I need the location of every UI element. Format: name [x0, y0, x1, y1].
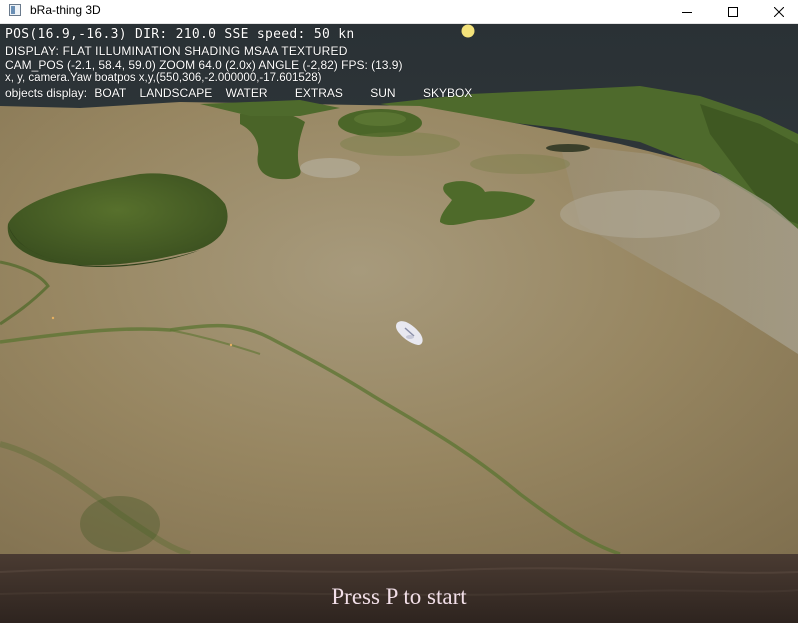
- hud-display-line: DISPLAY: FLAT ILLUMINATION SHADING MSAA …: [5, 44, 348, 58]
- spark: [229, 343, 233, 347]
- minimize-button[interactable]: [664, 0, 710, 23]
- hud-boatpos-line: x, y, camera.Yaw boatpos x,y,(550,306,-2…: [5, 72, 322, 84]
- minimize-icon: [682, 11, 692, 13]
- terrain-patch: [560, 190, 720, 238]
- terrain-patch: [300, 158, 360, 178]
- sun: [461, 24, 475, 38]
- object-toggle-water: WATER: [225, 86, 268, 100]
- hud-objects-line: objects display: BOAT LANDSCAPE WATER EX…: [5, 86, 482, 100]
- maximize-button[interactable]: [710, 0, 756, 23]
- moss-patch: [470, 154, 570, 174]
- crater-hill-top: [354, 112, 406, 126]
- object-toggle-sun: SUN: [370, 86, 396, 100]
- object-toggle-boat: BOAT: [94, 86, 127, 100]
- close-button[interactable]: [756, 0, 798, 23]
- objects-display-label: objects display:: [5, 86, 88, 100]
- moss-patch: [80, 496, 160, 552]
- game-viewport[interactable]: POS(16.9,-16.3) DIR: 210.0 SSE speed: 50…: [0, 24, 798, 623]
- start-prompt: Press P to start: [331, 584, 467, 609]
- hud-position-line: POS(16.9,-16.3) DIR: 210.0 SSE speed: 50…: [5, 27, 355, 42]
- rock: [546, 144, 590, 152]
- hud-camera-line: CAM_POS (-2.1, 58.4, 59.0) ZOOM 64.0 (2.…: [5, 58, 403, 72]
- object-toggle-extras: EXTRAS: [294, 86, 343, 100]
- maximize-icon: [728, 6, 738, 17]
- moss-patch: [340, 132, 460, 156]
- window-title: bRa-thing 3D: [30, 3, 101, 17]
- object-toggle-skybox: SKYBOX: [422, 86, 473, 100]
- app-window-icon: [9, 4, 21, 16]
- terrain-scene: [0, 24, 798, 623]
- spark: [51, 316, 55, 320]
- object-toggle-landscape: LANDSCAPE: [139, 86, 213, 100]
- window-title-bar[interactable]: bRa-thing 3D: [0, 0, 798, 24]
- close-icon: [774, 6, 784, 17]
